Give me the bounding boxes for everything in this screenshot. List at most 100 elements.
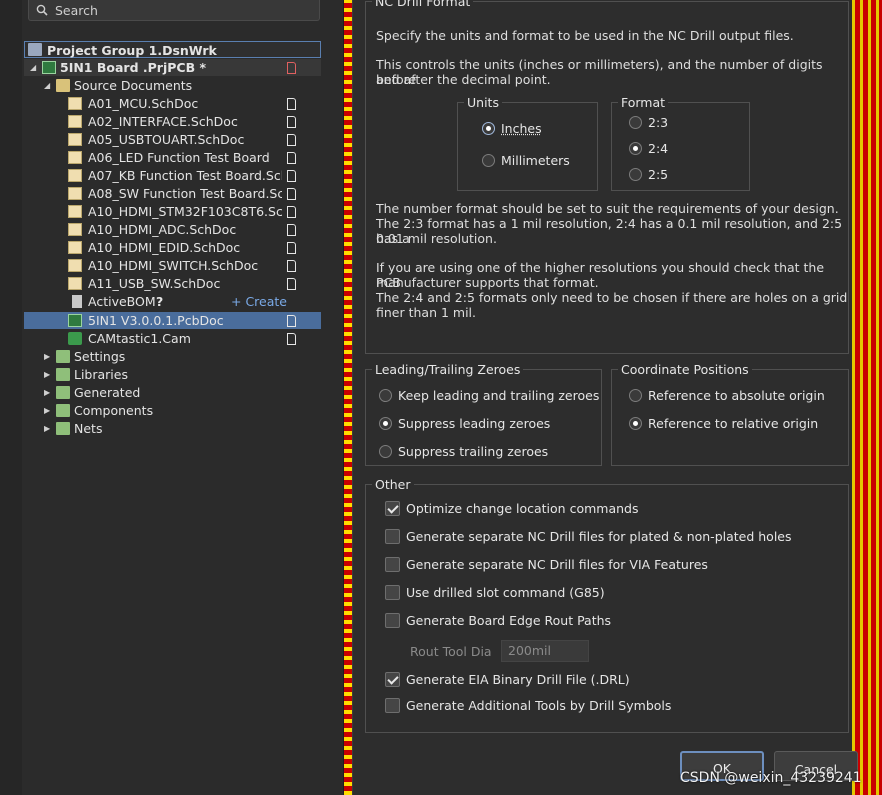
checkbox-indicator (385, 585, 400, 600)
nc-drill-intro: Specify the units and format to be used … (376, 28, 794, 43)
folder-label: Components (74, 403, 154, 418)
tree-item-document[interactable]: A10_HDMI_SWITCH.SchDoc (24, 257, 321, 274)
schematic-icon (68, 151, 82, 164)
format-2-3-radio[interactable]: 2:3 (629, 115, 668, 130)
tree-item-cam-document[interactable]: CAMtastic1.Cam (24, 330, 321, 347)
suppress-leading-radio[interactable]: Suppress leading zeroes (379, 416, 550, 431)
document-label: A10_HDMI_STM32F103C8T6.SchD (88, 204, 282, 219)
other-title: Other (375, 477, 411, 492)
expand-arrow-icon[interactable]: ▶ (44, 348, 50, 365)
project-group-label: Project Group 1.DsnWrk (47, 43, 217, 58)
nc-drill-note: 0.01 mil resolution. (376, 231, 497, 246)
expand-arrow-icon[interactable]: ▶ (44, 420, 50, 437)
board-edge-rout-checkbox[interactable]: Generate Board Edge Rout Paths (385, 613, 611, 628)
document-icon (287, 333, 296, 345)
units-millimeters-radio[interactable]: Millimeters (482, 153, 570, 168)
separate-plated-checkbox[interactable]: Generate separate NC Drill files for pla… (385, 529, 792, 544)
zeroes-option-label: Keep leading and trailing zeroes (398, 388, 600, 403)
units-inches-label: Inches (501, 121, 542, 136)
activebom-label: ActiveBOM (88, 294, 156, 309)
format-2-5-radio[interactable]: 2:5 (629, 167, 668, 182)
tree-item-document[interactable]: A10_HDMI_STM32F103C8T6.SchD (24, 203, 321, 220)
help-icon[interactable]: ? (156, 293, 163, 310)
radio-indicator (629, 116, 642, 129)
tree-item-project[interactable]: ◢ 5IN1 Board .PrjPCB * (24, 59, 321, 76)
coords-option-label: Reference to absolute origin (648, 388, 825, 403)
document-icon (287, 134, 296, 146)
tree-item-document[interactable]: A11_USB_SW.SchDoc (24, 275, 321, 292)
schematic-icon (68, 259, 82, 272)
zeroes-option-label: Suppress leading zeroes (398, 416, 551, 431)
tree-item-folder[interactable]: ▶ Generated (24, 384, 321, 401)
radio-indicator (482, 154, 495, 167)
create-bom-link[interactable]: + Create (231, 293, 287, 310)
document-icon (287, 315, 296, 327)
tree-item-folder[interactable]: ▶ Nets (24, 420, 321, 437)
relative-origin-radio[interactable]: Reference to relative origin (629, 416, 818, 431)
nc-drill-setup-dialog: NC Drill Format Specify the units and fo… (352, 0, 858, 795)
tree-item-folder[interactable]: ▶ Libraries (24, 366, 321, 383)
folder-label: Libraries (74, 367, 128, 382)
expand-arrow-icon[interactable]: ▶ (44, 384, 50, 401)
document-label: A10_HDMI_EDID.SchDoc (88, 240, 241, 255)
format-option-label: 2:5 (648, 167, 669, 182)
tree-item-document[interactable]: A10_HDMI_ADC.SchDoc (24, 221, 321, 238)
optimize-checkbox[interactable]: Optimize change location commands (385, 501, 638, 516)
suppress-trailing-radio[interactable]: Suppress trailing zeroes (379, 444, 548, 459)
schematic-icon (68, 223, 82, 236)
folder-icon (56, 422, 70, 435)
keep-zeroes-radio[interactable]: Keep leading and trailing zeroes (379, 388, 599, 403)
tree-item-document[interactable]: A01_MCU.SchDoc (24, 95, 321, 112)
slot-command-checkbox[interactable]: Use drilled slot command (G85) (385, 585, 605, 600)
schematic-icon (68, 277, 82, 290)
tree-item-document[interactable]: A05_USBTOUART.SchDoc (24, 131, 321, 148)
document-label: A11_USB_SW.SchDoc (88, 276, 221, 291)
schematic-icon (68, 241, 82, 254)
additional-tools-checkbox[interactable]: Generate Additional Tools by Drill Symbo… (385, 698, 671, 713)
tree-item-project-group[interactable]: Project Group 1.DsnWrk (24, 41, 321, 58)
rout-tool-dia-input[interactable]: 200mil (501, 640, 589, 662)
radio-indicator (379, 417, 392, 430)
radio-indicator (629, 142, 642, 155)
tree-item-folder[interactable]: ▶ Settings (24, 348, 321, 365)
checkbox-label: Use drilled slot command (G85) (406, 585, 605, 600)
panel-gutter (0, 0, 22, 795)
radio-indicator (629, 417, 642, 430)
expand-arrow-icon[interactable]: ▶ (44, 366, 50, 383)
search-input[interactable]: Search (28, 0, 320, 21)
collapse-arrow-icon[interactable]: ◢ (30, 59, 36, 76)
rout-tool-label: Rout Tool Dia (410, 644, 492, 659)
tree-item-document[interactable]: A08_SW Function Test Board.SchD (24, 185, 321, 202)
expand-arrow-icon[interactable]: ▶ (44, 402, 50, 419)
folder-icon (56, 368, 70, 381)
tree-item-activebom[interactable]: ActiveBOM ? + Create (24, 293, 321, 310)
folder-icon (56, 386, 70, 399)
tree-item-pcb-document[interactable]: 5IN1 V3.0.0.1.PcbDoc (24, 312, 321, 329)
tree-item-document[interactable]: A06_LED Function Test Board （E (24, 149, 321, 166)
folder-label: Generated (74, 385, 141, 400)
format-2-4-radio[interactable]: 2:4 (629, 141, 668, 156)
tree-item-document[interactable]: A02_INTERFACE.SchDoc (24, 113, 321, 130)
schematic-icon (68, 169, 82, 182)
pcb-trace (344, 0, 352, 795)
tree-item-document[interactable]: A10_HDMI_EDID.SchDoc (24, 239, 321, 256)
document-icon (287, 116, 296, 128)
modified-document-icon (287, 62, 296, 74)
checkbox-label: Generate separate NC Drill files for VIA… (406, 557, 708, 572)
nc-drill-controls-line2: and after the decimal point. (376, 72, 551, 87)
document-icon (287, 170, 296, 182)
document-icon (287, 260, 296, 272)
eia-binary-checkbox[interactable]: Generate EIA Binary Drill File (.DRL) (385, 672, 630, 687)
pcb-document-icon (68, 314, 82, 327)
units-inches-radio[interactable]: Inches (482, 121, 542, 136)
checkbox-indicator (385, 557, 400, 572)
separate-via-checkbox[interactable]: Generate separate NC Drill files for VIA… (385, 557, 708, 572)
tree-item-folder[interactable]: ▶ Components (24, 402, 321, 419)
collapse-arrow-icon[interactable]: ◢ (44, 77, 50, 94)
tree-item-document[interactable]: A07_KB Function Test Board.SchD (24, 167, 321, 184)
nc-drill-note: finer than 1 mil. (376, 305, 476, 320)
document-label: A07_KB Function Test Board.SchD (88, 168, 282, 183)
absolute-origin-radio[interactable]: Reference to absolute origin (629, 388, 825, 403)
project-label: 5IN1 Board .PrjPCB * (60, 60, 206, 75)
tree-item-source-documents[interactable]: ◢ Source Documents (24, 77, 321, 94)
